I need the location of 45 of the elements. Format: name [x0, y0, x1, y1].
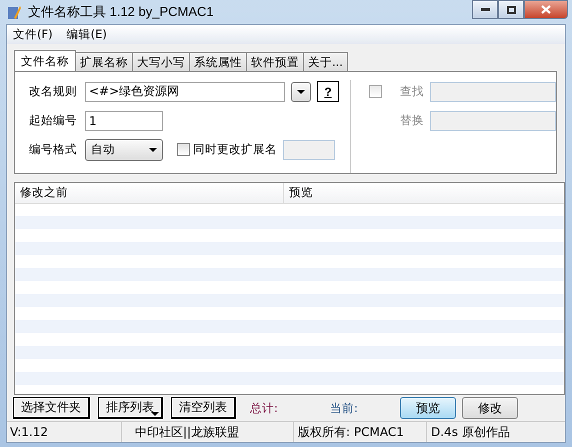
column-header[interactable]: 预览	[284, 183, 318, 203]
tab[interactable]: 扩展名称	[75, 52, 133, 71]
caret-icon	[297, 90, 305, 94]
status-text: D.4s 原创作品	[430, 424, 511, 440]
maximize-button[interactable]	[498, 0, 524, 19]
tab[interactable]: 大写小写	[132, 52, 190, 71]
status-text: 中印社区||龙族联盟	[122, 422, 294, 442]
close-icon	[541, 5, 551, 14]
column-header[interactable]: 修改之前	[15, 183, 284, 203]
app-icon	[6, 4, 22, 20]
help-button[interactable]: ?	[317, 81, 339, 102]
tab[interactable]: 系统属性	[189, 52, 247, 71]
field-label: 起始编号	[29, 113, 78, 128]
tab[interactable]: 文件名称	[14, 50, 76, 71]
format-dropdown[interactable]: 自动	[85, 138, 163, 160]
menu-item[interactable]: 文件(F)	[13, 27, 53, 42]
sort-menu-button[interactable]: 排序列表	[98, 397, 163, 419]
field-label: 改名规则	[29, 84, 78, 99]
window-title: 文件名称工具 1.12 by_PCMAC1	[28, 3, 214, 21]
current-label: 当前:	[330, 400, 359, 416]
action-button[interactable]: 预览	[400, 397, 456, 419]
field-label: 查找	[399, 84, 424, 99]
status-text: V:1.12	[7, 422, 122, 442]
status-text: 版权所有: PCMAC1	[294, 422, 427, 442]
close-button[interactable]	[524, 0, 568, 19]
maximize-icon	[506, 6, 516, 14]
rule-field[interactable]: <#>绿色资源网	[85, 82, 285, 102]
action-button[interactable]: 清空列表	[171, 397, 236, 419]
checkbox-label: 同时更改扩展名	[193, 142, 277, 157]
caret-icon	[149, 148, 157, 152]
total-label: 总计:	[250, 400, 279, 416]
checkbox[interactable]	[177, 143, 190, 156]
action-button[interactable]: 选择文件夹	[13, 397, 90, 419]
extension-field[interactable]	[283, 140, 335, 160]
caret-icon	[151, 412, 159, 416]
minimize-icon	[480, 8, 490, 12]
start-number-field[interactable]: 1	[85, 110, 163, 130]
action-button[interactable]: 修改	[462, 397, 518, 419]
field-label: 替换	[399, 113, 424, 128]
tab[interactable]: 关于...	[303, 52, 348, 71]
field-label: 编号格式	[29, 142, 78, 157]
menu-item[interactable]: 编辑(E)	[66, 27, 107, 42]
minimize-button[interactable]	[472, 0, 498, 19]
tab[interactable]: 软件预置	[246, 52, 304, 71]
dropdown-button[interactable]	[291, 82, 311, 102]
